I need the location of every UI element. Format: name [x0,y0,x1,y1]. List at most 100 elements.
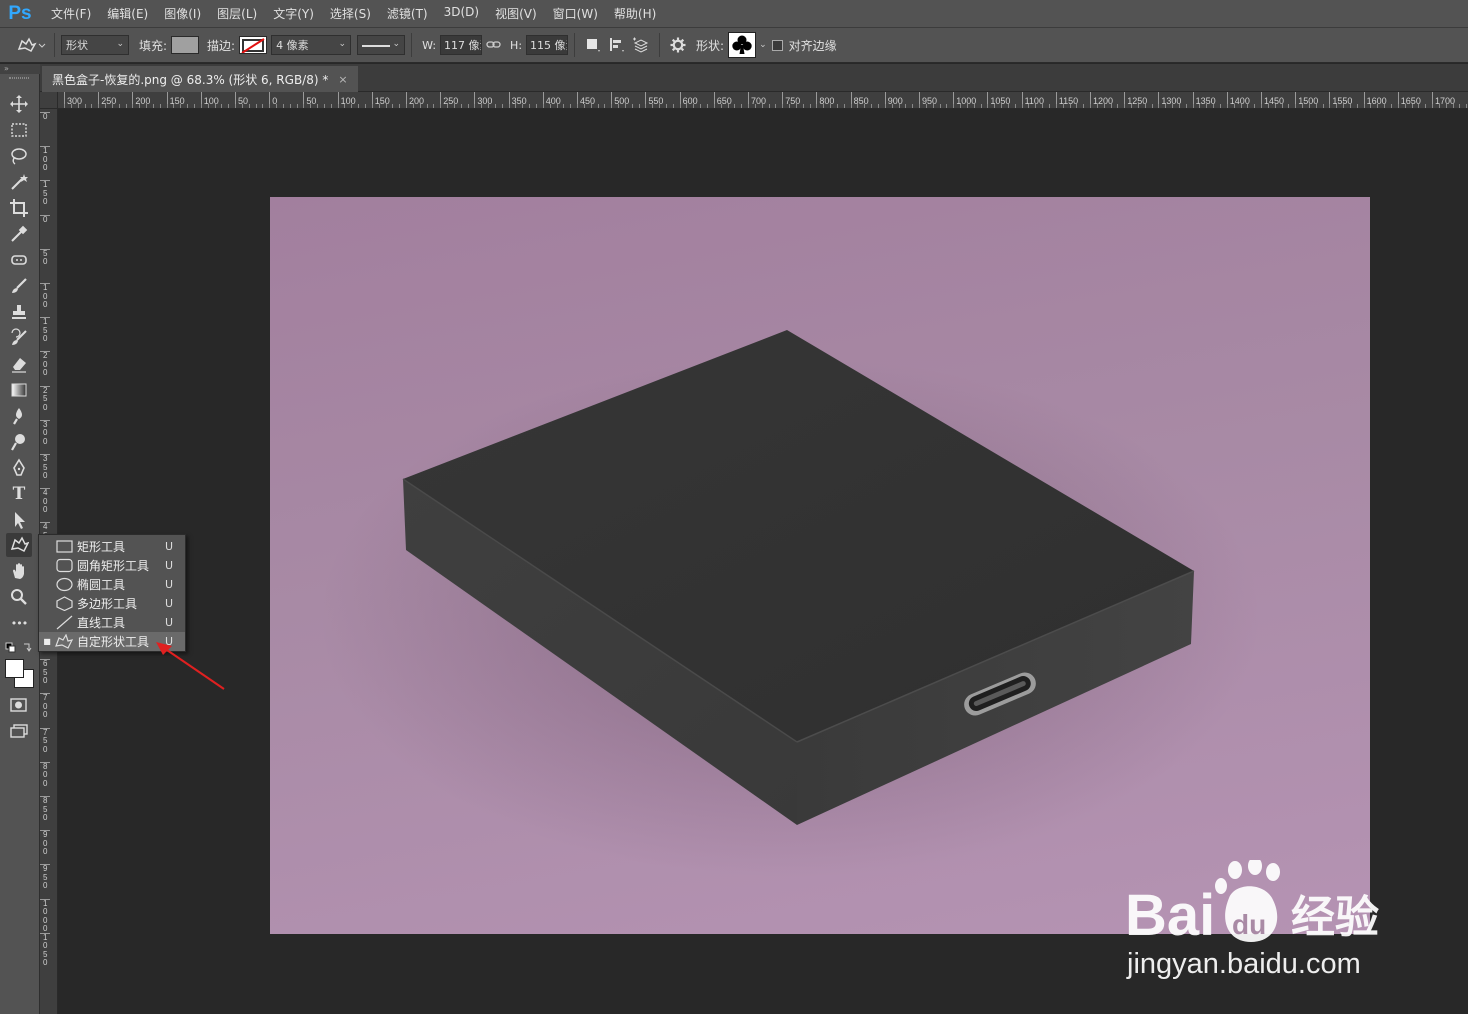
eraser-tool-button[interactable] [6,352,32,376]
ruler-minor-tick [1144,104,1146,108]
menu-item[interactable]: 窗口(W) [545,5,606,22]
document-canvas[interactable] [270,197,1370,934]
close-tab-icon[interactable]: × [338,73,347,86]
menu-item[interactable]: 视图(V) [487,5,545,22]
photoshop-window: Ps 文件(F) 编辑(E) 图像(I) 图层(L) 文字(Y) 选择(S) 滤镜(T) 3D… [0,0,1468,1014]
blur-tool-button[interactable] [6,404,32,428]
hand-tool-button[interactable] [6,559,32,583]
ruler-origin[interactable] [40,92,58,109]
ruler-tick-label: 700 [748,92,766,108]
fill-swatch[interactable] [171,36,200,54]
link-dimensions-button[interactable] [482,33,506,57]
ruler-tick-label: 750 [40,727,50,762]
document-tab[interactable]: 黑色盒子-恢复的.png @ 68.3% (形状 6, RGB/8) * × [42,66,358,92]
move-tool-button[interactable] [6,92,32,116]
ruler-minor-tick [187,104,189,108]
menu-item[interactable]: 文件(F) [43,5,99,22]
ruler-minor-tick [1028,104,1030,108]
default-colors-button[interactable] [5,642,35,654]
horizontal-ruler[interactable]: 300 250 200 150 100 50 0 50 100 150 200 250 300 350 40… [58,92,1468,109]
zoom-tool-button[interactable] [6,585,32,609]
stroke-width-dropdown[interactable]: 4 像素 ⌄ [271,35,352,55]
more-tools-button[interactable]: ••• [6,611,32,635]
clone-stamp-tool-button[interactable] [6,300,32,324]
menu-item[interactable]: 选择(S) [322,5,379,22]
ruler-minor-tick [802,104,804,108]
menu-item[interactable]: 编辑(E) [99,5,156,22]
flyout-item-rectangle[interactable]: 矩形工具 U [39,537,185,556]
marquee-tool-button[interactable] [6,118,32,142]
ruler-tick-label: 350 [40,454,50,488]
ps-logo: Ps [8,2,32,24]
brush-tool-button[interactable] [6,274,32,298]
healing-brush-tool-button[interactable] [6,248,32,272]
ruler-minor-tick [412,104,414,108]
path-arrangement-button[interactable] [629,33,653,57]
width-input[interactable]: 117 像素 [440,35,483,55]
tool-mode-dropdown[interactable]: 形状 ⌄ [61,35,129,55]
menu-item[interactable]: 3D(D) [436,5,487,22]
stroke-type-dropdown[interactable]: ⌄ [357,35,406,55]
tool-preset-picker[interactable] [14,33,48,57]
crop-tool-button[interactable] [6,196,32,220]
menu-item[interactable]: 滤镜(T) [379,5,436,22]
ruler-minor-tick [330,104,332,108]
dodge-tool-button[interactable] [6,430,32,454]
panel-grip[interactable] [9,77,29,79]
ruler-minor-tick [351,104,353,108]
flyout-item-polygon[interactable]: 多边形工具 U [39,594,185,613]
ruler-minor-tick [1261,104,1262,108]
menu-item[interactable]: 文字(Y) [265,5,322,22]
menu-item[interactable]: 图像(I) [156,5,209,22]
flyout-item-ellipse[interactable]: 椭圆工具 U [39,575,185,594]
custom-shape-tool-button[interactable] [6,533,32,557]
eyedropper-tool-button[interactable] [6,222,32,246]
path-selection-tool-button[interactable] [6,508,32,532]
ruler-minor-tick [433,104,435,108]
ruler-minor-tick [501,104,503,108]
path-operations-button[interactable] [581,33,605,57]
ruler-minor-tick [419,104,421,108]
ruler-tick-label: 700 [40,693,50,727]
chevron-down-icon[interactable]: ⌄ [759,40,767,50]
screen-mode-button[interactable] [9,723,29,739]
ruler-minor-tick [84,104,86,108]
height-input[interactable]: 115 像素 [526,35,569,55]
ruler-minor-tick [645,104,647,108]
ruler-minor-tick [488,104,490,108]
ruler-minor-tick [597,104,599,108]
ruler-tick-label: 900 [884,92,903,108]
ruler-tick-label: 850 [850,92,869,108]
ruler-tick-label: 900 [40,830,50,864]
ruler-minor-tick [1001,104,1003,108]
ruler-minor-tick [1274,104,1276,108]
ruler-minor-tick [392,104,394,108]
shape-picker[interactable] [728,32,757,58]
more-tools-icon: ••• [10,616,28,630]
gradient-tool-button[interactable] [6,378,32,402]
ruler-minor-tick [1267,104,1269,108]
clone-stamp-tool-icon [12,305,26,319]
flyout-item-line[interactable]: 直线工具 U [39,613,185,632]
ruler-minor-tick [515,104,517,108]
menu-item[interactable]: 图层(L) [209,5,265,22]
lasso-tool-button[interactable] [6,144,32,168]
ruler-minor-tick [111,104,113,108]
type-tool-button[interactable]: T [6,482,32,506]
ruler-tick-label: 250 [98,92,116,108]
ruler-minor-tick [1103,104,1105,108]
pen-tool-button[interactable] [6,456,32,480]
magic-wand-tool-button[interactable] [6,170,32,194]
quick-mask-button[interactable] [9,697,29,713]
ruler-minor-tick [1445,104,1447,108]
history-brush-tool-button[interactable] [6,326,32,350]
foreground-color-swatch[interactable] [5,659,24,678]
toolbar-collapse-handle[interactable]: » [0,64,40,74]
menu-item[interactable]: 帮助(H) [606,5,664,22]
path-alignment-button[interactable] [605,33,629,57]
stroke-swatch[interactable] [239,36,268,54]
flyout-item-rounded-rectangle[interactable]: 圆角矩形工具 U [39,556,185,575]
align-edges-checkbox[interactable] [771,39,783,51]
settings-button[interactable] [666,33,690,57]
ruler-minor-tick [282,104,284,108]
